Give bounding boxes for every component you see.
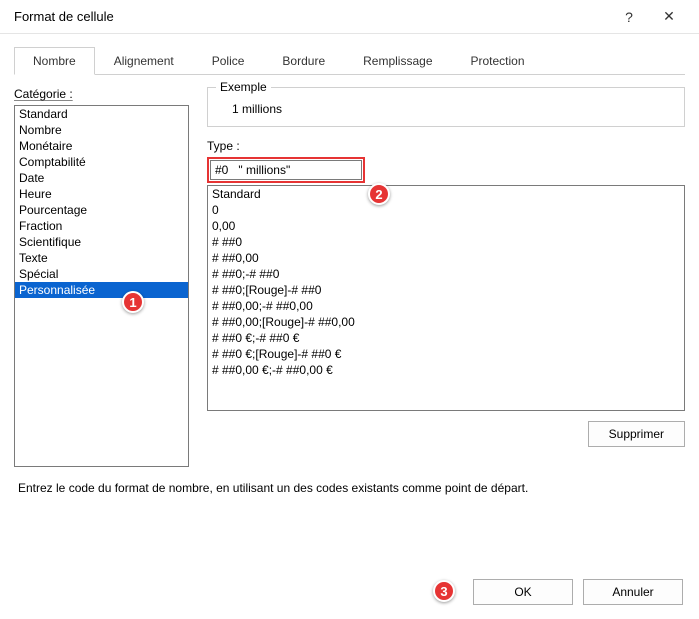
category-item[interactable]: Standard — [15, 106, 188, 122]
callout-3: 3 — [433, 580, 455, 602]
delete-button[interactable]: Supprimer — [588, 421, 685, 447]
type-input[interactable] — [210, 160, 362, 180]
window-title: Format de cellule — [14, 9, 609, 24]
type-label: Type : — [207, 139, 685, 153]
callout-1: 1 — [122, 291, 144, 313]
format-item[interactable]: # ##0 — [208, 234, 684, 250]
category-label: Catégorie : — [14, 87, 189, 101]
category-item[interactable]: Monétaire — [15, 138, 188, 154]
titlebar: Format de cellule ? ✕ — [0, 0, 699, 34]
format-item[interactable]: # ##0 €;[Rouge]-# ##0 € — [208, 346, 684, 362]
category-item[interactable]: Date — [15, 170, 188, 186]
format-item[interactable]: # ##0,00;[Rouge]-# ##0,00 — [208, 314, 684, 330]
tab-alignement[interactable]: Alignement — [95, 47, 193, 75]
tab-bordure[interactable]: Bordure — [263, 47, 344, 75]
category-item[interactable]: Pourcentage — [15, 202, 188, 218]
help-button[interactable]: ? — [609, 0, 649, 34]
format-item[interactable]: # ##0;[Rouge]-# ##0 — [208, 282, 684, 298]
format-item[interactable]: 0 — [208, 202, 684, 218]
format-list[interactable]: Standard00,00# ##0# ##0,00# ##0;-# ##0# … — [207, 185, 685, 411]
category-item[interactable]: Personnalisée — [15, 282, 188, 298]
footer: OK Annuler — [473, 579, 683, 605]
format-item[interactable]: # ##0,00 — [208, 250, 684, 266]
format-item[interactable]: # ##0,00;-# ##0,00 — [208, 298, 684, 314]
category-item[interactable]: Fraction — [15, 218, 188, 234]
left-panel: Catégorie : StandardNombreMonétaireCompt… — [14, 87, 189, 467]
example-fieldset: Exemple 1 millions — [207, 87, 685, 127]
format-item[interactable]: # ##0,00 €;-# ##0,00 € — [208, 362, 684, 378]
cancel-button[interactable]: Annuler — [583, 579, 683, 605]
category-item[interactable]: Texte — [15, 250, 188, 266]
format-item[interactable]: # ##0 €;-# ##0 € — [208, 330, 684, 346]
help-text: Entrez le code du format de nombre, en u… — [18, 481, 681, 495]
category-item[interactable]: Comptabilité — [15, 154, 188, 170]
right-panel: Exemple 1 millions Type : Standard00,00#… — [207, 87, 685, 467]
tab-protection[interactable]: Protection — [452, 47, 544, 75]
category-item[interactable]: Heure — [15, 186, 188, 202]
ok-button[interactable]: OK — [473, 579, 573, 605]
example-value: 1 millions — [218, 102, 674, 116]
delete-row: Supprimer — [207, 421, 685, 447]
example-legend: Exemple — [216, 80, 271, 94]
format-item[interactable]: # ##0;-# ##0 — [208, 266, 684, 282]
tab-nombre[interactable]: Nombre — [14, 47, 95, 75]
tab-remplissage[interactable]: Remplissage — [344, 47, 451, 75]
format-item[interactable]: 0,00 — [208, 218, 684, 234]
tab-bar: Nombre Alignement Police Bordure Remplis… — [14, 46, 685, 75]
content-area: Catégorie : StandardNombreMonétaireCompt… — [0, 75, 699, 467]
format-item[interactable]: Standard — [208, 186, 684, 202]
category-item[interactable]: Spécial — [15, 266, 188, 282]
category-item[interactable]: Nombre — [15, 122, 188, 138]
close-button[interactable]: ✕ — [649, 0, 689, 34]
callout-2: 2 — [368, 183, 390, 205]
type-input-highlight — [207, 157, 365, 183]
tab-police[interactable]: Police — [193, 47, 264, 75]
category-item[interactable]: Scientifique — [15, 234, 188, 250]
category-listbox[interactable]: StandardNombreMonétaireComptabilitéDateH… — [14, 105, 189, 467]
